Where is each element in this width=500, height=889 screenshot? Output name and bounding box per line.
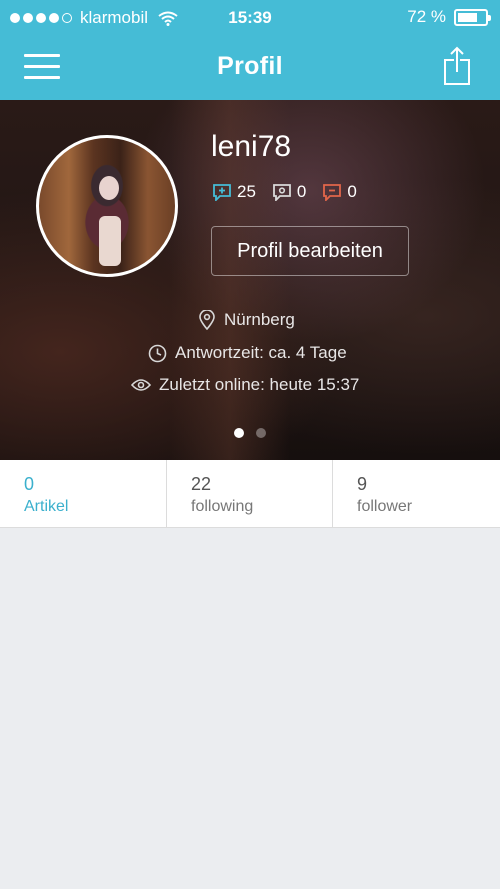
tab-count: 22 (191, 474, 212, 494)
tab-label: Artikel (24, 498, 69, 515)
clock-icon (148, 344, 167, 362)
tab-label: following (191, 498, 254, 515)
tab-artikel[interactable]: 0 Artikel (0, 460, 166, 528)
profile-header: leni78 25 0 0 Profil bearbeiten Nürnberg… (0, 100, 500, 460)
positive-count: 25 (237, 182, 256, 201)
negative-rating: 0 (322, 182, 357, 202)
negative-count: 0 (347, 182, 357, 201)
rating-stats: 25 0 0 (212, 182, 373, 202)
page-dot-2[interactable] (256, 428, 266, 438)
share-icon[interactable] (442, 46, 472, 86)
username: leni78 (211, 130, 292, 163)
last-online-text: Zuletzt online: heute 15:37 (159, 375, 360, 394)
profile-tabs: 0 Artikel 22 following 9 follower (0, 460, 500, 528)
avatar[interactable] (36, 135, 178, 277)
top-bar: klarmobil 15:39 72 % Profil (0, 0, 500, 100)
page-indicator (0, 428, 500, 438)
status-bar: klarmobil 15:39 72 % (0, 0, 500, 34)
plus-comment-icon (213, 184, 231, 201)
battery-icon (454, 8, 491, 26)
location-row: Nürnberg (198, 310, 295, 330)
neutral-rating: 0 (272, 182, 306, 202)
eye-icon (131, 379, 151, 391)
location-text: Nürnberg (224, 310, 295, 329)
edit-profile-button[interactable]: Profil bearbeiten (211, 226, 409, 276)
tab-count: 9 (357, 474, 368, 494)
tab-follower[interactable]: 9 follower (332, 460, 500, 528)
location-pin-icon (199, 310, 215, 330)
page-dot-1[interactable] (234, 428, 244, 438)
tab-following[interactable]: 22 following (166, 460, 332, 528)
response-time-row: Antwortzeit: ca. 4 Tage (148, 343, 347, 363)
tab-count: 0 (24, 474, 35, 494)
tab-label: follower (357, 498, 413, 515)
neutral-count: 0 (296, 182, 307, 201)
page-title: Profil (217, 52, 283, 80)
last-online-row: Zuletzt online: heute 15:37 (131, 375, 359, 395)
positive-rating: 25 (212, 182, 256, 202)
battery-info: 72 % (407, 7, 491, 27)
nav-bar: Profil (0, 34, 500, 100)
battery-percent: 72 % (407, 7, 446, 26)
minus-comment-icon (323, 184, 342, 201)
response-time-text: Antwortzeit: ca. 4 Tage (175, 343, 347, 362)
neutral-comment-icon (273, 184, 291, 201)
